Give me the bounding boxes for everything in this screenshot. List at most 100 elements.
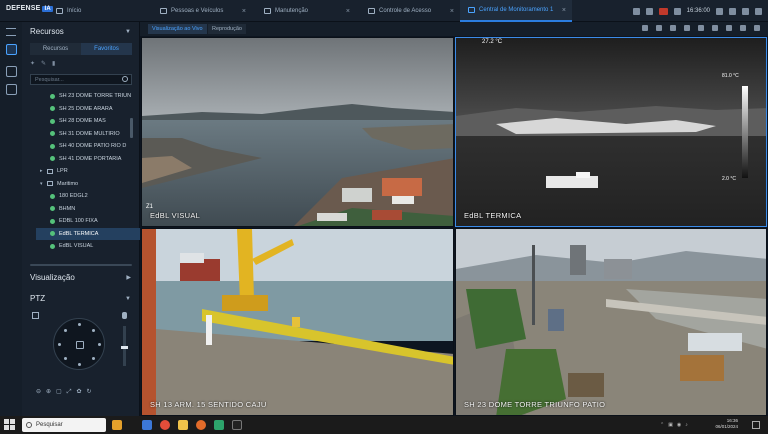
- video-tile-sh23[interactable]: SH 23 DOME TORRE TRIUNFO PATIO: [455, 228, 767, 416]
- ptz-speed-slider[interactable]: [121, 326, 128, 366]
- close-icon[interactable]: ×: [346, 8, 350, 15]
- video-tile-edbl-visual[interactable]: Z1 EdBL VISUAL: [141, 37, 454, 227]
- ptz-controls[interactable]: ⊖⊕▢⤢✿↻: [36, 388, 97, 396]
- tab-live-view[interactable]: Visualização ao Vivo: [148, 24, 207, 34]
- menu-icon[interactable]: [6, 28, 16, 36]
- camera-feed: [142, 38, 453, 226]
- ptz-lock-icon[interactable]: [32, 312, 39, 319]
- tree-item[interactable]: EdBL VISUAL: [36, 240, 140, 253]
- bell-icon[interactable]: [642, 25, 648, 31]
- tree-item[interactable]: SH 31 DOME MULTIRIO: [36, 128, 140, 141]
- more-icon[interactable]: [740, 25, 746, 31]
- firefox-icon[interactable]: [196, 420, 206, 430]
- maximize-icon[interactable]: [742, 7, 749, 15]
- chevron-right-icon[interactable]: ▶: [126, 274, 131, 281]
- camera-icon: [50, 156, 55, 162]
- camera-icon: [50, 206, 55, 212]
- tree-item[interactable]: 180 EDGL2: [36, 190, 140, 203]
- tree-item[interactable]: SH 25 DOME ARARA: [36, 103, 140, 116]
- tree-item[interactable]: SH 28 DOME MAS: [36, 115, 140, 128]
- ptz-joystick[interactable]: [53, 318, 105, 370]
- taskbar-search[interactable]: Pesquisar: [22, 418, 106, 432]
- camera-feed: [456, 229, 766, 415]
- tree-item-selected[interactable]: EdBL TERMICA: [36, 227, 140, 240]
- alarm-icon[interactable]: [632, 7, 640, 15]
- video-tile-sh13[interactable]: SH 13 ARM. 15 SENTIDO CAJU: [141, 228, 454, 416]
- layout-icon[interactable]: [6, 66, 17, 77]
- tree-item[interactable]: SH 40 DOME PATIO RIO D: [36, 140, 140, 153]
- clock: 16:36:00: [686, 8, 710, 14]
- camera-icon: [50, 193, 55, 199]
- subtab-favoritos[interactable]: Favoritos: [81, 43, 132, 55]
- tile-index: Z1: [146, 204, 154, 210]
- ptz-light-icon[interactable]: [122, 312, 127, 319]
- home-icon: [56, 8, 63, 14]
- app-logo: DEFENSE IA: [6, 5, 53, 12]
- tree-item[interactable]: SH 41 DOME PORTARIA: [36, 153, 140, 166]
- app-icon[interactable]: [214, 420, 224, 430]
- notification-icon[interactable]: [752, 421, 760, 429]
- chevron-down-icon: ▾: [40, 180, 43, 187]
- tile-label: SH 13 ARM. 15 SENTIDO CAJU: [150, 400, 267, 409]
- tab-manutencao[interactable]: Manutenção ×: [256, 0, 356, 22]
- tab-inicio[interactable]: Início: [48, 0, 148, 22]
- fullscreen-icon[interactable]: [754, 25, 760, 31]
- layout-icon[interactable]: [698, 25, 704, 31]
- tab-central-monitoramento[interactable]: Central de Monitoramento 1 ×: [460, 0, 572, 22]
- file-explorer-icon[interactable]: [178, 420, 188, 430]
- app-icon[interactable]: [112, 420, 122, 430]
- device-icon[interactable]: [6, 84, 17, 95]
- tree-item[interactable]: EDBL 100 FIXA: [36, 215, 140, 228]
- splitter[interactable]: [30, 264, 132, 266]
- layout-icon[interactable]: [726, 25, 732, 31]
- collapse-icon[interactable]: ▼: [125, 29, 131, 35]
- system-tray-icons[interactable]: ⌃▣◉♪: [660, 422, 692, 428]
- os-taskbar: Pesquisar ⌃▣◉♪ 16:36 06/01/2024: [0, 416, 768, 434]
- title-bar: DEFENSE IA Início Pessoas e Veículos × Man…: [0, 0, 768, 22]
- save-layout-icon[interactable]: [656, 25, 662, 31]
- windows-start-icon[interactable]: [4, 419, 15, 430]
- close-icon[interactable]: ×: [562, 7, 566, 14]
- tree-item[interactable]: SH 23 DOME TORRE TRIUN: [36, 90, 140, 103]
- record-icon[interactable]: [658, 7, 668, 15]
- user-icon[interactable]: [673, 7, 681, 15]
- subtab-recursos[interactable]: Recursos: [30, 43, 81, 55]
- layout-2x2-icon[interactable]: [684, 25, 690, 31]
- tab-controle-acesso[interactable]: Controle de Acesso ×: [360, 0, 460, 22]
- tile-label: EdBL VISUAL: [150, 211, 201, 220]
- snapshot-icon[interactable]: [670, 25, 676, 31]
- close-icon[interactable]: ×: [242, 8, 246, 15]
- chrome-icon[interactable]: [160, 420, 170, 430]
- camera-icon: [50, 131, 55, 137]
- tree-folder-maritimo[interactable]: ▾ Maritimo: [36, 178, 140, 191]
- settings-icon[interactable]: [716, 7, 723, 15]
- camera-feed: [456, 38, 766, 226]
- tree-item[interactable]: BHMN: [36, 203, 140, 216]
- tab-pessoas-veiculos[interactable]: Pessoas e Veículos ×: [152, 0, 252, 22]
- resources-panel: Recursos ▼ Recursos Favoritos ✦✎▮ Pesqui…: [22, 22, 140, 416]
- close-icon[interactable]: ×: [450, 8, 454, 15]
- tab-playback[interactable]: Reprodução: [208, 24, 246, 34]
- chevron-down-icon[interactable]: ▼: [125, 296, 131, 302]
- camera-feed: [142, 229, 453, 415]
- section-ptz[interactable]: PTZ: [30, 294, 45, 303]
- save-icon[interactable]: [645, 7, 653, 15]
- section-visualizacao[interactable]: Visualização: [30, 273, 75, 282]
- camera-icon: [50, 243, 55, 249]
- minimize-icon[interactable]: [729, 7, 736, 15]
- live-view-icon[interactable]: [6, 44, 17, 55]
- resource-subtabs: Recursos Favoritos: [30, 43, 132, 55]
- layout-icon[interactable]: [712, 25, 718, 31]
- task-view-icon[interactable]: [142, 420, 152, 430]
- taskbar-clock[interactable]: 16:36 06/01/2024: [715, 418, 738, 430]
- tree-tools[interactable]: ✦✎▮: [30, 60, 61, 67]
- close-window-icon[interactable]: [755, 7, 762, 15]
- folder-icon: [47, 181, 53, 187]
- video-tile-edbl-termica[interactable]: 27.2 °C 81.0 °C 2.0 °C EdBL TERMICA: [455, 37, 767, 227]
- defense-app-icon[interactable]: [232, 420, 242, 430]
- panel-title: Recursos: [30, 27, 64, 36]
- tree-folder-lpr[interactable]: ▸ LPR: [36, 165, 140, 178]
- tree-scrollbar[interactable]: [130, 118, 133, 138]
- ptz-center-icon[interactable]: [76, 341, 84, 349]
- search-input[interactable]: Pesquisar...: [30, 74, 132, 85]
